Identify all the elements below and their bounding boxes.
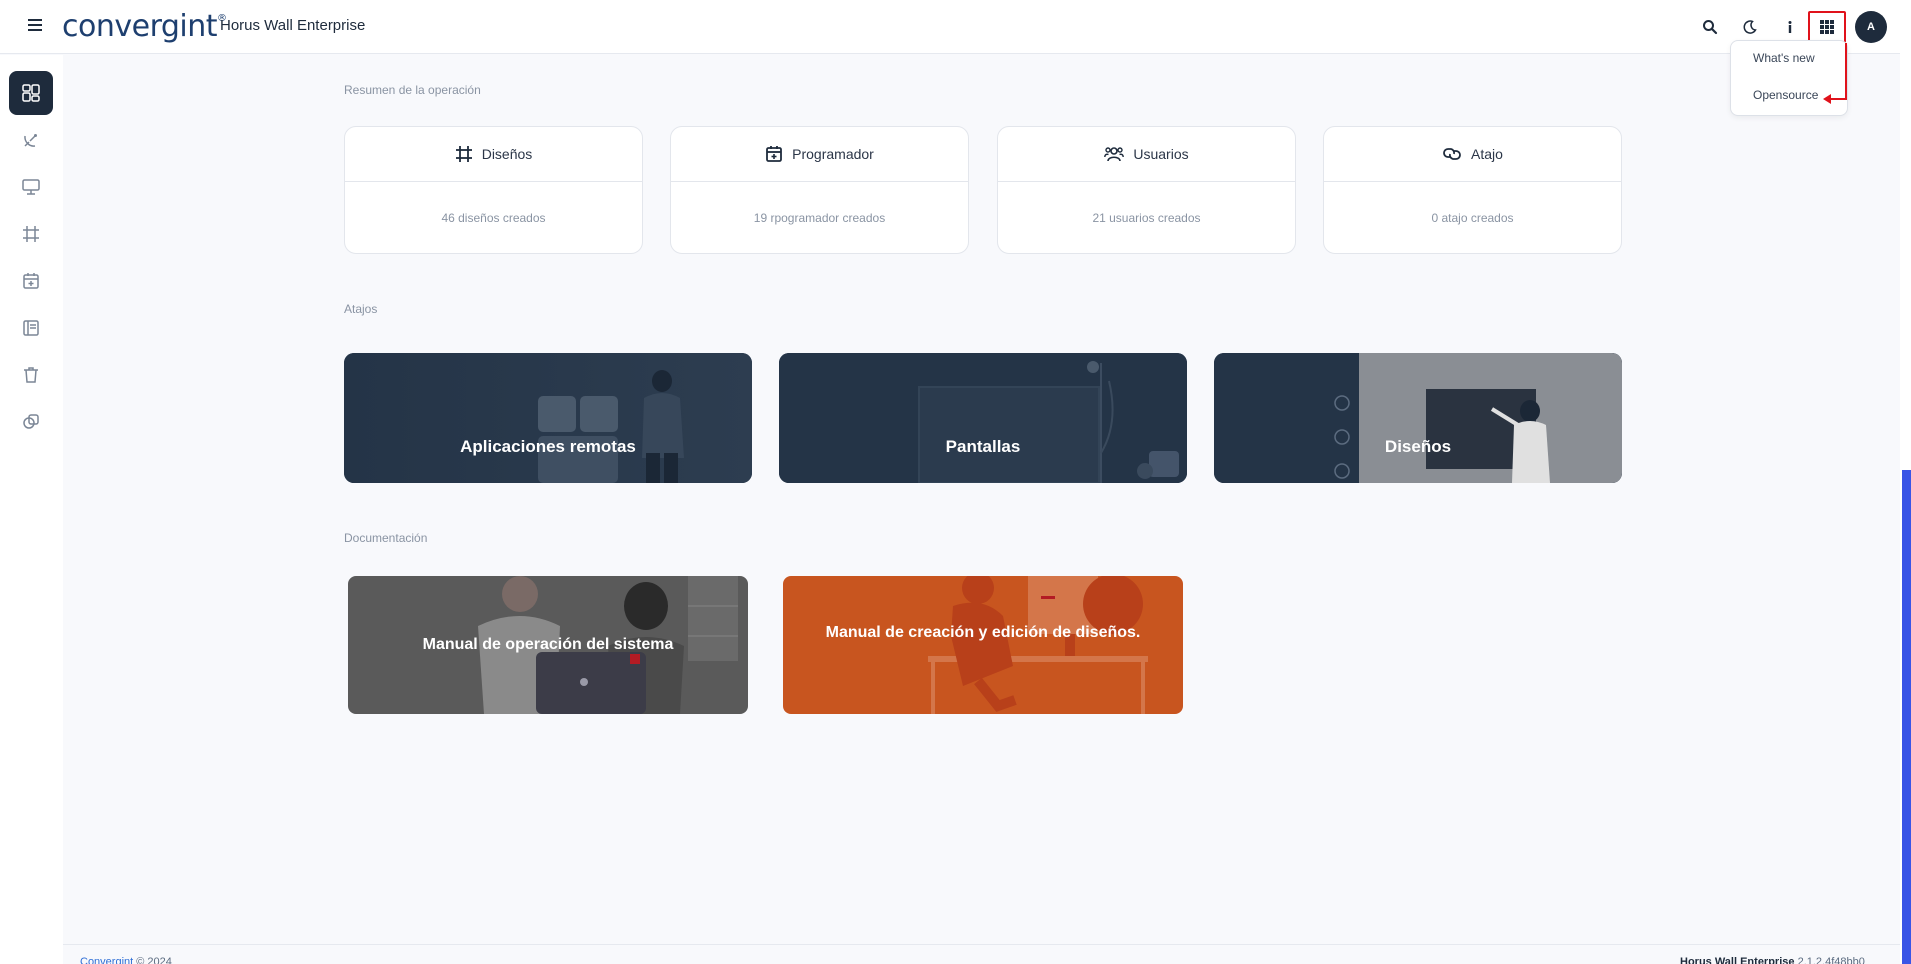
shortcut-title: Diseños — [1384, 437, 1452, 456]
sidebar-item-dashboard[interactable] — [9, 71, 53, 115]
section-label-summary: Resumen de la operación — [344, 83, 481, 97]
stat-card-value: 46 diseños creados — [441, 211, 546, 225]
doc-card-design-manual[interactable]: Manual de creación y edición de diseños. — [783, 576, 1183, 714]
hamburger-menu-icon[interactable] — [24, 14, 46, 36]
menu-item-whats-new[interactable]: What's new — [1753, 51, 1815, 65]
user-avatar[interactable]: A — [1855, 11, 1887, 43]
stat-card-designs[interactable]: Diseños 46 diseños creados — [344, 126, 643, 254]
stat-card-title: Usuarios — [1133, 146, 1189, 162]
doc-card-title: Manual de operación del sistema — [422, 636, 674, 653]
design-manual-illustration — [783, 576, 1183, 714]
page-scrollbar[interactable] — [1900, 0, 1911, 964]
footer-version: Horus Wall Enterprise 2.1.2.4f48bb0 — [1680, 956, 1865, 964]
doc-card-system-manual[interactable]: Manual de operación del sistema — [348, 576, 748, 714]
apps-dropdown-menu: What's new Opensource — [1730, 40, 1848, 116]
sidebar-item-designs[interactable] — [9, 212, 53, 256]
convergint-logo[interactable]: convergint® — [62, 9, 227, 44]
shortcut-title: Pantallas — [945, 437, 1021, 456]
footer-version-number: 2.1.2.4f48bb0 — [1797, 956, 1865, 964]
footer-product: Horus Wall Enterprise — [1680, 956, 1795, 964]
stat-card-value: 19 rpogramador creados — [753, 211, 886, 225]
shortcut-remote-apps[interactable]: Aplicaciones remotas — [344, 353, 752, 483]
section-label-shortcuts: Atajos — [344, 302, 378, 316]
annotation-arrow — [1823, 94, 1831, 104]
trash-icon — [24, 367, 38, 383]
stat-card-users[interactable]: Usuarios 21 usuarios creados — [997, 126, 1296, 254]
apps-grid-button[interactable] — [1808, 11, 1846, 43]
scrollbar-thumb[interactable] — [1902, 470, 1911, 964]
stat-card-title: Diseños — [481, 146, 533, 162]
annotation-line — [1830, 98, 1847, 100]
search-icon[interactable] — [1696, 13, 1724, 41]
doc-card-title: Manual de creación y edición de diseños. — [825, 624, 1141, 641]
stat-card-value: 0 atajo creados — [1431, 211, 1514, 225]
screens-illustration — [779, 353, 1187, 483]
shortcut-title: Aplicaciones remotas — [460, 437, 636, 456]
shortcut-designs[interactable]: Diseños — [1214, 353, 1622, 483]
apps-grid-icon — [1820, 20, 1834, 34]
footer-divider — [63, 944, 1900, 945]
sidebar-item-screens[interactable] — [9, 165, 53, 209]
sidebar-item-trash[interactable] — [9, 353, 53, 397]
satellite-dish-icon — [24, 134, 37, 147]
menu-item-opensource[interactable]: Opensource — [1753, 88, 1818, 102]
designs-illustration — [1214, 353, 1622, 483]
remote-apps-illustration — [344, 353, 752, 483]
annotation-line — [1845, 43, 1847, 100]
sidebar-item-copy[interactable] — [9, 400, 53, 444]
link-icon — [1443, 148, 1461, 160]
app-title: Horus Wall Enterprise — [220, 17, 366, 34]
sidebar-item-scheduler[interactable] — [9, 259, 53, 303]
stat-card-title: Programador — [792, 146, 874, 162]
footer-copyright: Convergint © 2024 — [80, 956, 172, 964]
dashboard-icon — [22, 84, 40, 102]
monitor-icon — [22, 179, 40, 195]
crop-icon — [23, 226, 39, 242]
stat-card-title: Atajo — [1471, 146, 1503, 162]
stat-card-scheduler[interactable]: Programador 19 rpogramador creados — [670, 126, 969, 254]
copy-icon — [23, 414, 39, 429]
calendar-icon — [23, 273, 39, 289]
users-icon — [1104, 147, 1125, 162]
calendar-icon — [766, 146, 783, 162]
section-label-documentation: Documentación — [344, 531, 428, 545]
sidebar-item-remote[interactable] — [9, 118, 53, 162]
crop-icon — [455, 146, 472, 162]
footer-company-link[interactable]: Convergint — [80, 956, 133, 964]
stat-card-value: 21 usuarios creados — [1092, 211, 1201, 225]
stat-card-shortcut[interactable]: Atajo 0 atajo creados — [1323, 126, 1622, 254]
top-header: convergint® Horus Wall Enterprise A — [0, 0, 1900, 54]
info-icon[interactable] — [1776, 13, 1804, 41]
sidebar-item-layouts[interactable] — [9, 306, 53, 350]
footer-copyright-year: © 2024 — [136, 956, 172, 964]
left-sidebar — [0, 55, 63, 964]
shortcut-screens[interactable]: Pantallas — [779, 353, 1187, 483]
layout-icon — [23, 320, 39, 336]
dark-mode-moon-icon[interactable] — [1736, 13, 1764, 41]
